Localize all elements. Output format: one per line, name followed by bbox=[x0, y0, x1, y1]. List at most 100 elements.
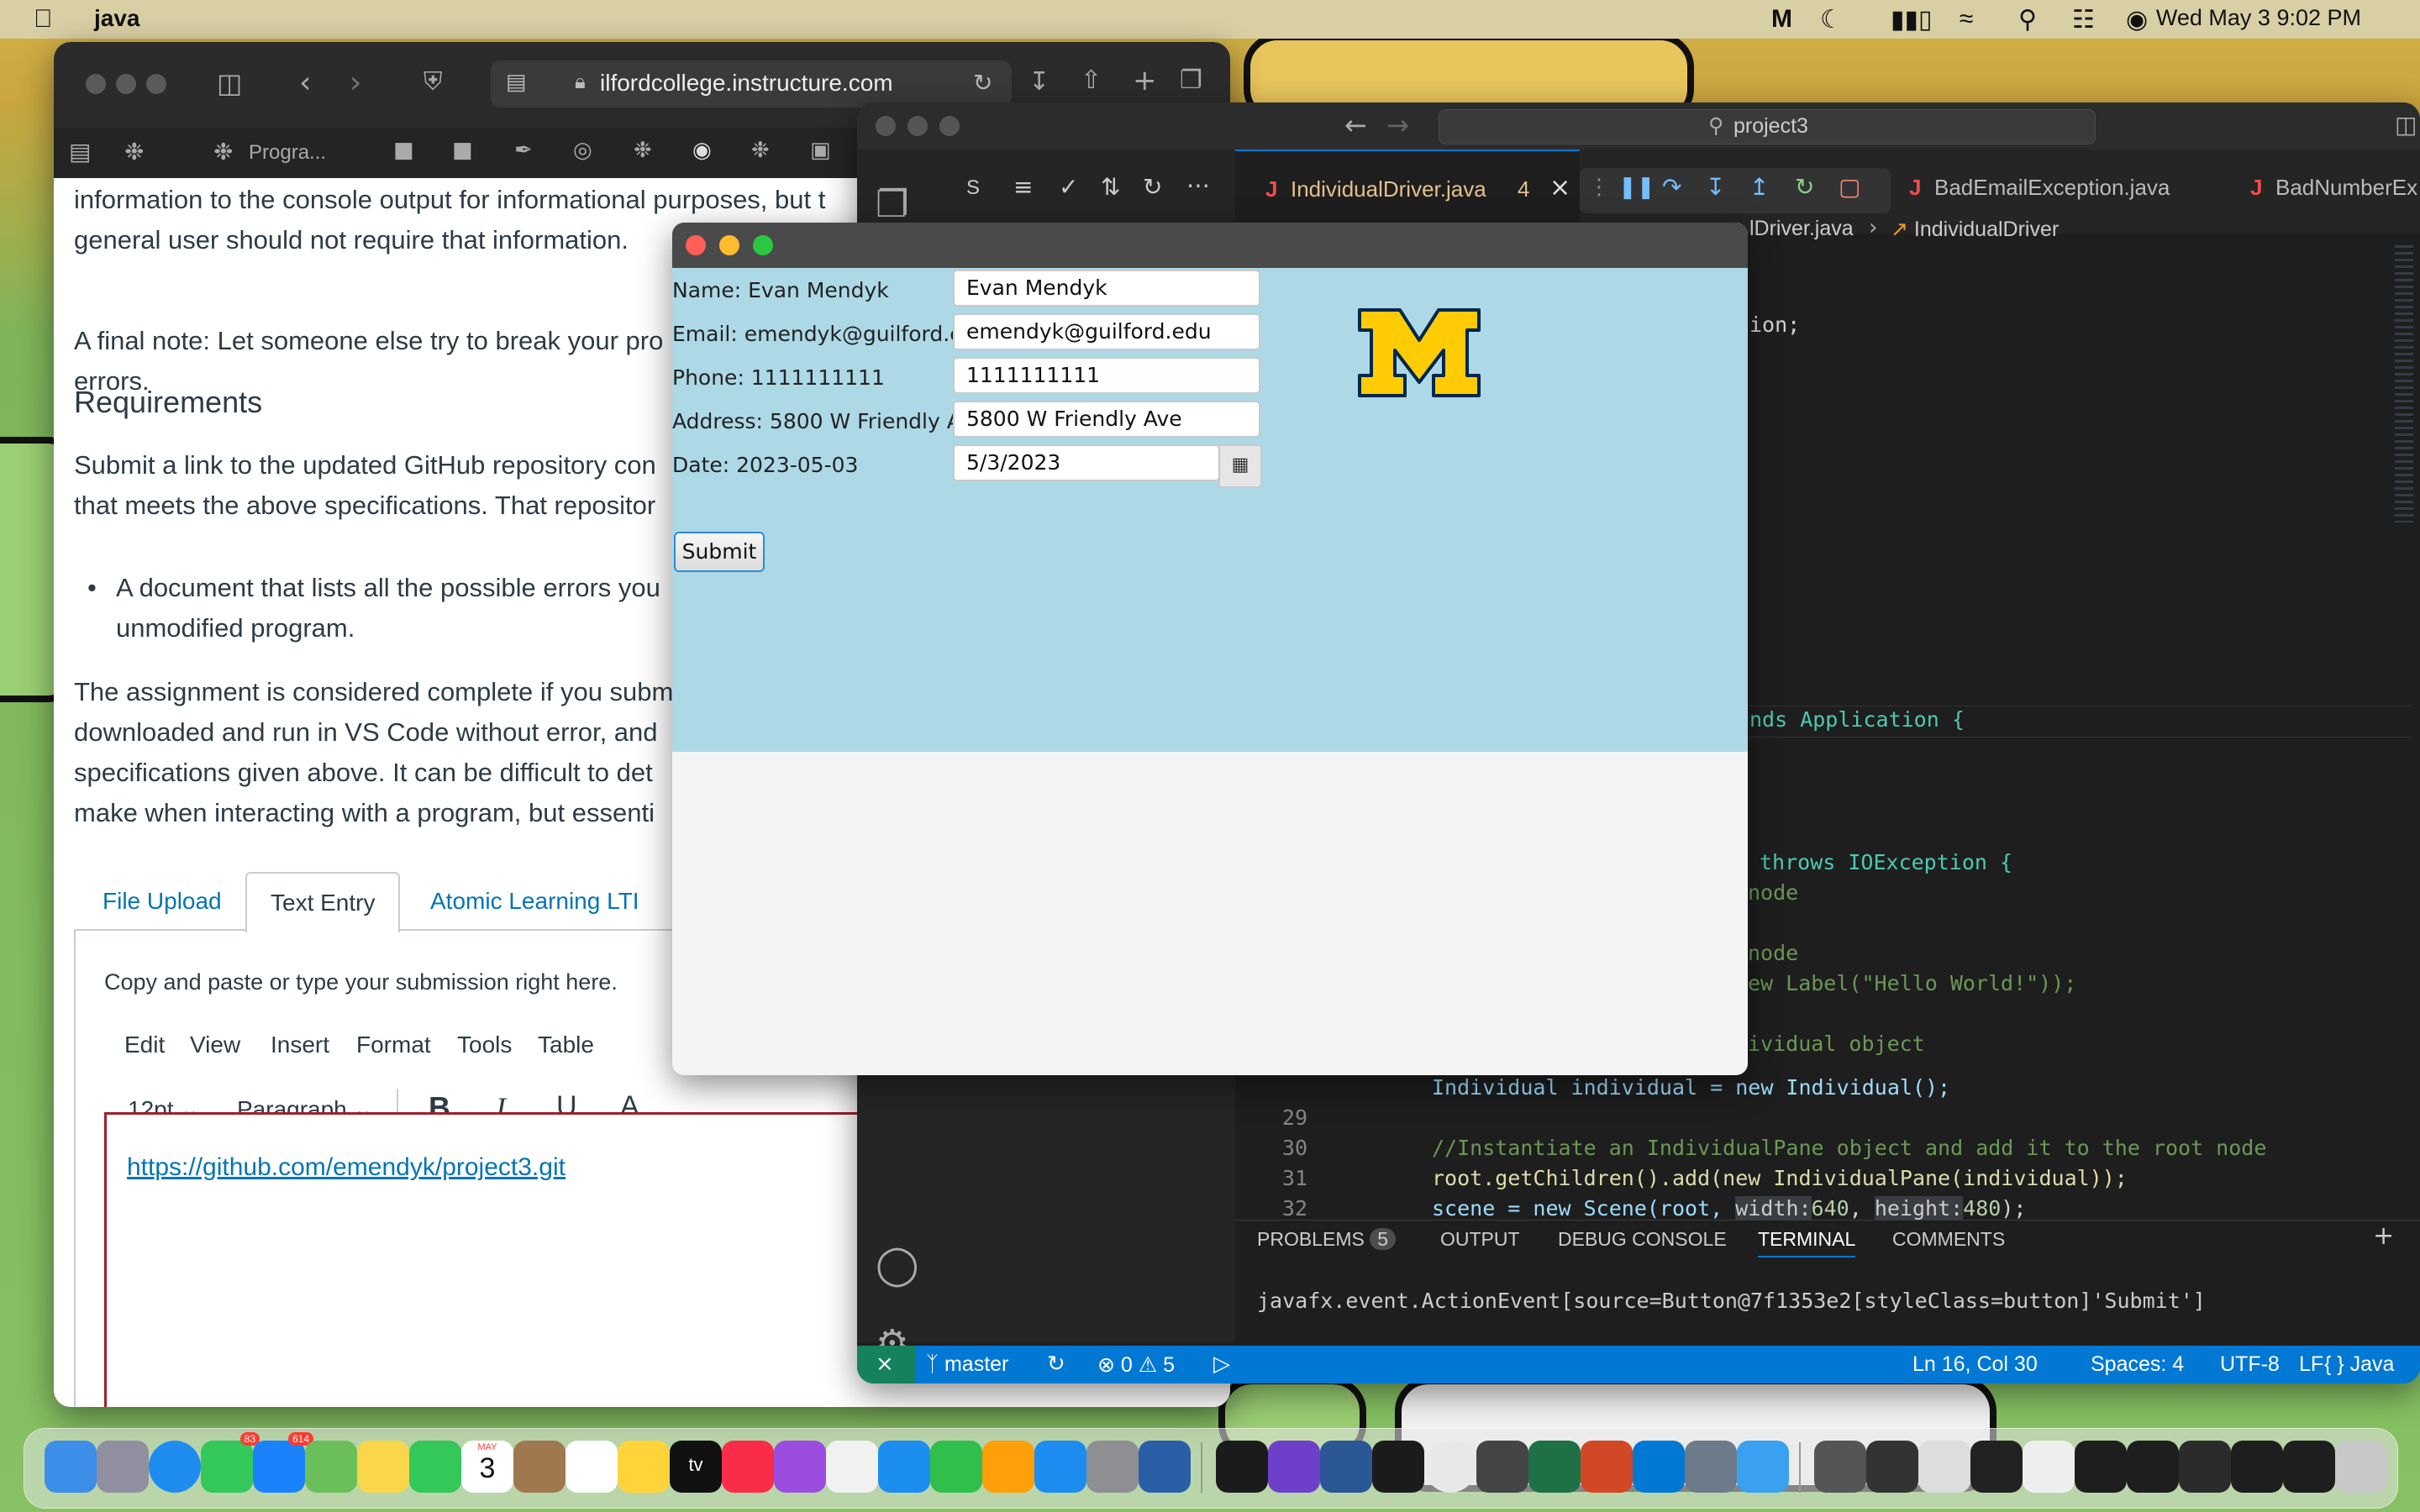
close-button[interactable] bbox=[876, 116, 896, 136]
download-icon[interactable]: ↧ bbox=[1028, 67, 1050, 97]
minimize-button[interactable] bbox=[908, 116, 928, 136]
control-center-icon[interactable]: ☷ bbox=[2072, 5, 2095, 34]
explorer-icon[interactable]: ❐ bbox=[876, 183, 908, 226]
safari-icon[interactable] bbox=[149, 1441, 201, 1493]
reminders-icon[interactable] bbox=[566, 1441, 618, 1493]
encoding[interactable]: UTF-8 bbox=[2220, 1352, 2280, 1377]
minimized-window-thumbnail[interactable] bbox=[1814, 1441, 1866, 1493]
menu-view[interactable]: View bbox=[190, 1032, 240, 1058]
reload-icon[interactable]: ↻ bbox=[973, 69, 992, 97]
minimized-window-thumbnail[interactable] bbox=[1970, 1441, 2023, 1493]
panel-tab-problems[interactable]: PROBLEMS 5 bbox=[1257, 1228, 1397, 1251]
news-icon[interactable] bbox=[826, 1441, 878, 1493]
notes-icon[interactable] bbox=[618, 1441, 670, 1493]
close-button[interactable] bbox=[86, 74, 106, 94]
tab-atomic-learning[interactable]: Atomic Learning LTI bbox=[407, 872, 663, 931]
forward-icon[interactable]: → bbox=[1386, 109, 1409, 141]
photos-icon[interactable] bbox=[357, 1441, 409, 1493]
tab-favicon-icon[interactable]: ▣ bbox=[810, 138, 831, 163]
wifi-icon[interactable]: ≈ bbox=[1960, 5, 1973, 34]
minimized-window-thumbnail[interactable] bbox=[2127, 1441, 2179, 1493]
address-bar[interactable]: ▤ 🔒︎ ilfordcollege.instructure.com ↻ bbox=[491, 60, 1012, 108]
tab-label[interactable]: Progra... bbox=[249, 141, 326, 165]
podcasts-icon[interactable] bbox=[774, 1441, 826, 1493]
tab-favicon-icon[interactable]: ◎ bbox=[573, 138, 592, 163]
forward-icon[interactable]: › bbox=[350, 66, 361, 100]
tab-favicon-icon[interactable]: ❉ bbox=[213, 138, 233, 165]
menu-app-name[interactable]: java bbox=[94, 5, 140, 32]
battery-icon[interactable]: ▮▮▯ bbox=[1891, 5, 1933, 34]
facetime-icon[interactable] bbox=[409, 1441, 461, 1493]
minimized-window-thumbnail[interactable] bbox=[1918, 1441, 1970, 1493]
powerpoint-icon[interactable] bbox=[1581, 1441, 1633, 1493]
tab-favicon-icon[interactable]: ❉ bbox=[751, 138, 770, 163]
terminal-output[interactable]: javafx.event.ActionEvent[source=Button@7… bbox=[1257, 1289, 2206, 1313]
debug-icon[interactable]: ▷ bbox=[1213, 1351, 1230, 1377]
sync-icon[interactable]: ↻ bbox=[1047, 1351, 1065, 1377]
shield-icon[interactable]: ⛨ bbox=[424, 67, 443, 97]
step-into-icon[interactable]: ↧ bbox=[1706, 173, 1725, 201]
tab-favicon-icon[interactable]: ■ bbox=[393, 138, 414, 163]
problems-indicator[interactable]: ⊗ 0 ⚠ 5 bbox=[1097, 1352, 1175, 1378]
chrome-icon[interactable] bbox=[1424, 1441, 1476, 1493]
tab-favicon-icon[interactable]: ❉ bbox=[124, 138, 144, 165]
line-ending[interactable]: LF bbox=[2299, 1352, 2323, 1377]
menu-insert[interactable]: Insert bbox=[271, 1032, 329, 1058]
maps-icon[interactable] bbox=[305, 1441, 357, 1493]
pages-icon[interactable] bbox=[982, 1441, 1034, 1493]
app-icon[interactable] bbox=[1685, 1441, 1737, 1493]
panel-tab-terminal[interactable]: TERMINAL bbox=[1758, 1228, 1856, 1257]
address-field[interactable]: 5800 W Friendly Ave bbox=[953, 401, 1260, 438]
calendar-icon[interactable]: ▦ bbox=[1218, 444, 1262, 488]
activity-monitor-icon[interactable] bbox=[1372, 1441, 1424, 1493]
github-icon[interactable]: ◉ bbox=[692, 138, 712, 163]
panel-tab-comments[interactable]: COMMENTS bbox=[1892, 1228, 2005, 1251]
email-field[interactable]: emendyk@guilford.edu bbox=[953, 313, 1260, 350]
name-field[interactable]: Evan Mendyk bbox=[953, 270, 1260, 307]
restart-icon[interactable]: ↻ bbox=[1795, 173, 1814, 201]
app-icon[interactable] bbox=[1476, 1441, 1528, 1493]
add-terminal-icon[interactable]: + bbox=[2373, 1221, 2394, 1251]
system-settings-icon[interactable] bbox=[1086, 1441, 1139, 1493]
remote-indicator[interactable]: ⨯ bbox=[857, 1346, 916, 1383]
stop-icon[interactable]: ▢ bbox=[1839, 173, 1860, 201]
date-field[interactable]: 5/3/2023 bbox=[953, 444, 1220, 481]
minimized-window-thumbnail[interactable] bbox=[1866, 1441, 1918, 1493]
folder-icon[interactable] bbox=[1737, 1441, 1789, 1493]
phone-field[interactable]: 1111111111 bbox=[953, 357, 1260, 394]
excel-icon[interactable] bbox=[1528, 1441, 1581, 1493]
minimized-window-thumbnail[interactable] bbox=[2231, 1441, 2283, 1493]
sidebar-icon[interactable]: ◫ bbox=[217, 67, 242, 99]
refresh-icon[interactable]: ↻ bbox=[1143, 173, 1162, 201]
moon-icon[interactable]: ☾ bbox=[1820, 5, 1843, 34]
tab-favicon-icon[interactable]: ■ bbox=[452, 138, 473, 163]
zoom-button[interactable] bbox=[753, 235, 773, 255]
zoom-button[interactable] bbox=[146, 74, 166, 94]
trash-icon[interactable] bbox=[2335, 1441, 2387, 1493]
search-icon[interactable]: ⚲ bbox=[2018, 5, 2037, 34]
music-icon[interactable] bbox=[722, 1441, 774, 1493]
new-tab-icon[interactable]: + bbox=[1133, 64, 1157, 97]
step-over-icon[interactable]: ↷ bbox=[1662, 173, 1681, 201]
back-icon[interactable]: ← bbox=[1344, 109, 1367, 141]
launchpad-icon[interactable] bbox=[97, 1441, 149, 1493]
menu-format[interactable]: Format bbox=[356, 1032, 431, 1058]
close-icon[interactable]: × bbox=[1549, 173, 1570, 202]
tab-overview-icon[interactable]: ❐ bbox=[1180, 66, 1202, 95]
step-out-icon[interactable]: ↥ bbox=[1749, 173, 1769, 201]
share-icon[interactable]: ⇧ bbox=[1081, 66, 1102, 95]
menu-edit[interactable]: Edit bbox=[124, 1032, 165, 1058]
list-icon[interactable]: ≡ bbox=[1013, 173, 1033, 201]
siri-icon[interactable]: ◉ bbox=[2126, 5, 2148, 34]
url-text[interactable]: ilfordcollege.instructure.com bbox=[600, 70, 893, 97]
minimized-window-thumbnail[interactable] bbox=[2023, 1441, 2075, 1493]
panel-tab-debug-console[interactable]: DEBUG CONSOLE bbox=[1558, 1228, 1727, 1251]
word-icon[interactable] bbox=[1320, 1441, 1372, 1493]
app-icon[interactable] bbox=[1139, 1441, 1191, 1493]
terminal-icon[interactable] bbox=[1216, 1441, 1268, 1493]
minimized-window-thumbnail[interactable] bbox=[2179, 1441, 2231, 1493]
command-center[interactable]: ⚲ project3 bbox=[1439, 109, 2096, 144]
language-mode[interactable]: { } Java bbox=[2324, 1352, 2394, 1377]
contacts-icon[interactable] bbox=[513, 1441, 566, 1493]
minimized-window-thumbnail[interactable] bbox=[2283, 1441, 2335, 1493]
